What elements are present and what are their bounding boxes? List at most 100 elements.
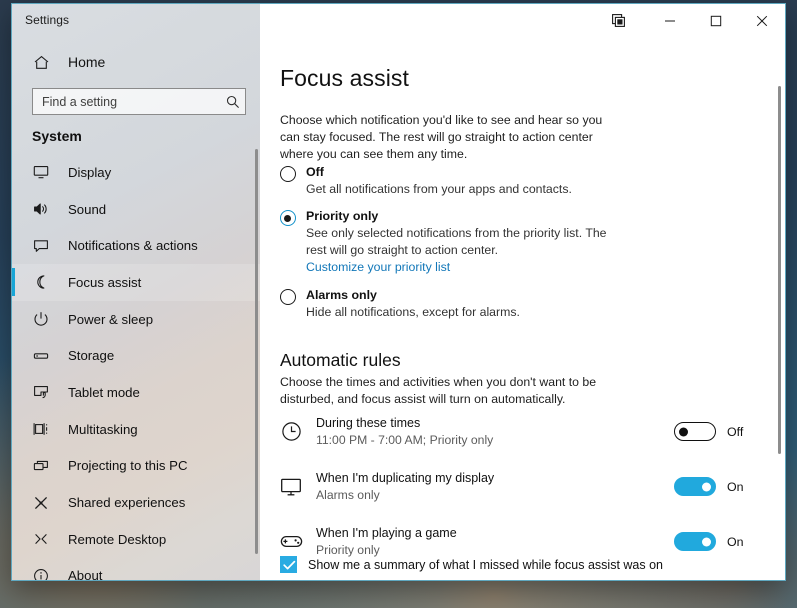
- sidebar-item-label: Projecting to this PC: [68, 458, 188, 474]
- content-scrollbar[interactable]: [778, 86, 781, 454]
- sidebar-item-label: Storage: [68, 348, 115, 364]
- sidebar-scrollbar[interactable]: [255, 149, 258, 554]
- automatic-rules-title: Automatic rules: [280, 349, 401, 370]
- tablet-icon: [32, 383, 50, 401]
- radio-description: Get all notifications from your apps and…: [306, 182, 572, 196]
- feedback-button[interactable]: [589, 4, 647, 37]
- customize-priority-list-link[interactable]: Customize your priority list: [306, 260, 450, 274]
- sidebar-item-label: Power & sleep: [68, 311, 154, 327]
- rule-name: When I'm playing a game: [316, 526, 457, 540]
- search-box[interactable]: [32, 88, 246, 115]
- close-button[interactable]: [739, 4, 785, 37]
- sidebar-item-label: Remote Desktop: [68, 531, 167, 547]
- close-icon: [756, 15, 768, 27]
- sidebar-item-label: Display: [68, 164, 112, 180]
- search-input[interactable]: [33, 89, 221, 114]
- automatic-rules-list: During these times 11:00 PM - 7:00 AM; P…: [278, 409, 768, 564]
- gamepad-icon: [278, 529, 304, 555]
- share-icon: [32, 494, 50, 512]
- rule-text: During these times 11:00 PM - 7:00 AM; P…: [316, 415, 674, 448]
- content-pane: Focus assist Choose which notification y…: [260, 4, 785, 580]
- sidebar-item-label: Sound: [68, 201, 107, 217]
- sidebar-group-title: System: [32, 128, 82, 144]
- feedback-icon: [611, 14, 625, 27]
- clock-icon: [278, 419, 304, 445]
- maximize-button[interactable]: [693, 4, 739, 37]
- notification-icon: [32, 237, 50, 255]
- maximize-icon: [710, 15, 722, 27]
- rule-toggle-wrap: Off: [674, 422, 768, 441]
- window-controls: [589, 4, 785, 37]
- sidebar-item-storage[interactable]: Storage: [12, 337, 260, 374]
- radio-label: Off: [306, 165, 324, 179]
- radio-option-alarms-only[interactable]: Alarms only Hide all notifications, exce…: [280, 288, 625, 320]
- settings-window: Home System Display: [11, 3, 786, 581]
- sidebar-item-tablet-mode[interactable]: Tablet mode: [12, 374, 260, 411]
- rule-duplicating-display[interactable]: When I'm duplicating my display Alarms o…: [278, 464, 768, 509]
- sidebar-item-label: Shared experiences: [68, 495, 186, 511]
- power-icon: [32, 310, 50, 328]
- rule-sub: Alarms only: [316, 488, 380, 502]
- monitor-icon: [32, 163, 50, 181]
- sidebar-item-home[interactable]: Home: [32, 48, 237, 76]
- rule-name: During these times: [316, 416, 421, 430]
- sidebar-item-remote-desktop[interactable]: Remote Desktop: [12, 521, 260, 558]
- sidebar-item-sound[interactable]: Sound: [12, 191, 260, 228]
- sidebar-home-label: Home: [68, 54, 106, 70]
- page-title: Focus assist: [280, 65, 410, 92]
- title-bar: Settings: [12, 4, 785, 37]
- toggle-state-label: On: [727, 479, 744, 494]
- sidebar-item-label: About: [68, 568, 103, 580]
- drive-icon: [32, 347, 50, 365]
- rule-sub: 11:00 PM - 7:00 AM; Priority only: [316, 433, 494, 447]
- sidebar-item-shared-experiences[interactable]: Shared experiences: [12, 484, 260, 521]
- rule-toggle-wrap: On: [674, 532, 768, 551]
- radio-icon-off[interactable]: [280, 166, 296, 182]
- focus-mode-radio-group: Off Get all notifications from your apps…: [280, 165, 625, 321]
- radio-label: Priority only: [306, 209, 379, 224]
- toggle-state-label: On: [727, 534, 744, 549]
- window-title: Settings: [25, 13, 70, 27]
- radio-description: Hide all notifications, except for alarm…: [306, 305, 520, 320]
- sidebar-item-label: Notifications & actions: [68, 238, 198, 254]
- home-icon: [32, 53, 50, 71]
- radio-option-off[interactable]: Off Get all notifications from your apps…: [280, 165, 625, 197]
- multitasking-icon: [32, 420, 50, 438]
- minimize-icon: [664, 15, 676, 27]
- radio-icon-alarms-only[interactable]: [280, 289, 296, 306]
- search-icon: [221, 89, 245, 114]
- sidebar-item-about[interactable]: About: [12, 558, 260, 580]
- sidebar-item-display[interactable]: Display: [12, 154, 260, 191]
- radio-description: See only selected notifications from the…: [306, 226, 607, 257]
- sidebar-item-notifications[interactable]: Notifications & actions: [12, 227, 260, 264]
- automatic-rules-description: Choose the times and activities when you…: [280, 375, 597, 406]
- rule-text: When I'm duplicating my display Alarms o…: [316, 470, 674, 503]
- remote-desktop-icon: [32, 530, 50, 548]
- rule-text: When I'm playing a game Priority only: [316, 525, 674, 558]
- sidebar-item-projecting[interactable]: Projecting to this PC: [12, 448, 260, 485]
- project-icon: [32, 457, 50, 475]
- summary-checkbox-row[interactable]: Show me a summary of what I missed while…: [280, 556, 663, 573]
- sidebar-item-multitasking[interactable]: Multitasking: [12, 411, 260, 448]
- rule-during-these-times[interactable]: During these times 11:00 PM - 7:00 AM; P…: [278, 409, 768, 454]
- minimize-button[interactable]: [647, 4, 693, 37]
- toggle-during-these-times[interactable]: [674, 422, 716, 441]
- sidebar-item-label: Focus assist: [68, 274, 142, 290]
- summary-checkbox-label: Show me a summary of what I missed while…: [308, 557, 663, 572]
- sidebar-item-label: Multitasking: [68, 421, 138, 437]
- summary-checkbox[interactable]: [280, 556, 297, 573]
- rule-name: When I'm duplicating my display: [316, 471, 495, 485]
- sidebar-nav-list: Display Sound Notifications & actions Fo…: [12, 154, 260, 580]
- sidebar: Home System Display: [12, 4, 260, 580]
- moon-icon: [32, 273, 50, 291]
- monitor-icon: [278, 474, 304, 500]
- toggle-playing-game[interactable]: [674, 532, 716, 551]
- info-icon: [32, 567, 50, 580]
- sidebar-item-power-sleep[interactable]: Power & sleep: [12, 301, 260, 338]
- sidebar-item-focus-assist[interactable]: Focus assist: [12, 264, 260, 301]
- page-intro: Choose which notification you'd like to …: [280, 113, 603, 161]
- rule-toggle-wrap: On: [674, 477, 768, 496]
- radio-icon-priority-only[interactable]: [280, 210, 296, 227]
- toggle-duplicating-display[interactable]: [674, 477, 716, 496]
- radio-option-priority-only[interactable]: Priority only See only selected notifica…: [280, 209, 625, 276]
